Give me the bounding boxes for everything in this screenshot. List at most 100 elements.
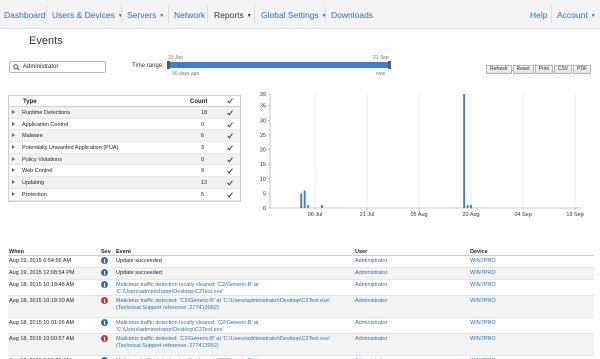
- event-type-name: Runtime Detections: [22, 110, 70, 116]
- event-type-row[interactable]: Updating 13: [9, 177, 240, 189]
- when-column-header: When: [9, 249, 24, 255]
- time-range-slider[interactable]: [167, 61, 391, 69]
- event-when: Aug 18, 2015 10:18:20 AM: [9, 298, 75, 304]
- event-device-link[interactable]: WIN7PRO: [470, 298, 496, 304]
- reset-button[interactable]: Reset: [512, 65, 534, 74]
- expand-arrow-icon[interactable]: [12, 145, 15, 150]
- event-type-name: Updating: [22, 180, 45, 187]
- event-type-name: Potentially Unwanted Application (PUA): [22, 145, 119, 152]
- expand-arrow-icon[interactable]: [12, 121, 15, 126]
- event-user-link[interactable]: Administrator: [355, 320, 387, 326]
- event-type-row[interactable]: Potentially Unwanted Application (PUA) 3: [9, 142, 240, 154]
- event-type-row[interactable]: Protection 5: [9, 189, 240, 201]
- info-severity-icon: [101, 319, 108, 326]
- event-description[interactable]: Malicious traffic detected: 'C2/Generic-…: [116, 298, 356, 311]
- checkmark-icon[interactable]: [227, 110, 233, 116]
- chevron-down-icon: ▼: [590, 13, 596, 19]
- event-when: Aug 19, 2015 12:08:54 PM: [9, 270, 75, 276]
- nav-item-downloads[interactable]: Downloads: [331, 10, 373, 20]
- expand-arrow-icon[interactable]: [12, 168, 15, 173]
- event-user-link[interactable]: Administrator: [355, 258, 387, 264]
- checkmark-icon[interactable]: [227, 145, 233, 151]
- nav-item-global-settings[interactable]: Global Settings▼: [261, 10, 327, 20]
- expand-arrow-icon[interactable]: [12, 191, 15, 196]
- time-range-label: Time range:: [132, 63, 164, 69]
- event-type-name: Web Control: [22, 168, 53, 175]
- event-when: Aug 18, 2015 10:01:26 AM: [9, 320, 75, 326]
- time-range-start-handle[interactable]: [167, 61, 170, 69]
- event-type-row[interactable]: Malware 6: [9, 130, 240, 143]
- event-row[interactable]: Aug 18, 2015 10:01:26 AM Malicious traffi…: [8, 318, 594, 334]
- chart-bar: [303, 190, 306, 208]
- event-type-name: Protection: [22, 191, 47, 198]
- select-all-check-icon[interactable]: [227, 98, 233, 104]
- event-row[interactable]: Aug 19, 2015 12:08:54 PM Update succeeded…: [8, 268, 594, 280]
- nav-item-account[interactable]: Account ▼: [557, 10, 596, 20]
- event-description[interactable]: Malicious traffic detection locally clea…: [116, 282, 356, 295]
- event-type-name: Policy Violations: [22, 156, 62, 163]
- event-description[interactable]: Malicious traffic detected: 'C2/Generic-…: [116, 336, 356, 349]
- event-row[interactable]: Aug 18, 2015 10:18:48 AM Malicious traffi…: [8, 280, 594, 296]
- checkmark-icon[interactable]: [227, 122, 233, 128]
- expand-arrow-icon[interactable]: [12, 110, 15, 114]
- nav-item-reports[interactable]: Reports ▼: [214, 10, 252, 20]
- x-tick-label: 20 Aug: [462, 212, 479, 218]
- info-severity-icon: [101, 281, 108, 288]
- nav-item-label: Global Settings: [261, 10, 319, 20]
- nav-divider: [325, 6, 326, 23]
- event-type-row[interactable]: Web Control 9: [9, 165, 240, 178]
- checkmark-icon[interactable]: [227, 192, 233, 198]
- event-row[interactable]: Aug 19, 2015 6:54:56 AM Update succeeded A…: [8, 256, 594, 268]
- pdf-button[interactable]: PDF: [573, 65, 592, 74]
- refresh-button[interactable]: Refresh: [486, 65, 512, 74]
- checkmark-icon[interactable]: [227, 133, 233, 139]
- event-type-count: 0: [201, 156, 205, 163]
- error-severity-icon: [101, 297, 108, 304]
- y-tick-label: 15: [260, 162, 266, 168]
- x-tick-label: 06 Jul: [308, 212, 323, 218]
- event-row[interactable]: Aug 18, 2015 10:18:20 AM Malicious traffi…: [8, 296, 594, 318]
- nav-item-label: Reports: [214, 10, 244, 20]
- nav-item-help[interactable]: Help: [530, 10, 547, 20]
- event-device-link[interactable]: WIN7PRO: [470, 270, 496, 276]
- search-input[interactable]: Administrator: [9, 61, 106, 73]
- nav-item-dashboard[interactable]: Dashboard: [4, 10, 46, 20]
- event-device-link[interactable]: WIN7PRO: [470, 336, 496, 342]
- event-user-link[interactable]: Administrator: [355, 282, 387, 288]
- expand-arrow-icon[interactable]: [12, 133, 15, 138]
- event-user-link[interactable]: Administrator: [355, 270, 387, 276]
- nav-item-network[interactable]: Network: [174, 10, 205, 20]
- event-device-link[interactable]: WIN7PRO: [470, 320, 496, 326]
- event-device-link[interactable]: WIN7PRO: [470, 282, 496, 288]
- checkmark-icon[interactable]: [227, 180, 233, 186]
- event-type-row[interactable]: Runtime Detections 18: [9, 107, 240, 119]
- event-type-count: 13: [201, 180, 208, 187]
- event-description[interactable]: Malicious traffic detection locally clea…: [116, 320, 356, 333]
- y-tick-label: 30: [260, 118, 266, 124]
- info-severity-icon: [101, 269, 108, 276]
- event-type-row[interactable]: Policy Violations 0: [9, 153, 240, 166]
- expand-arrow-icon[interactable]: [12, 156, 15, 161]
- time-range-end-handle[interactable]: [388, 61, 391, 69]
- chevron-down-icon: ▼: [246, 13, 252, 19]
- chart-bar: [321, 205, 323, 208]
- print-button[interactable]: Print: [534, 65, 553, 74]
- checkmark-icon[interactable]: [227, 157, 233, 163]
- csv-button[interactable]: CSV: [553, 65, 573, 74]
- event-user-link[interactable]: Administrator: [355, 298, 387, 304]
- event-type-row[interactable]: Application Control 0: [9, 119, 240, 131]
- nav-item-label: Servers: [127, 10, 157, 20]
- user-column-header: User: [355, 249, 368, 255]
- event-row[interactable]: Aug 18, 2015 10:00:57 AM Malicious traffi…: [8, 334, 594, 356]
- event-user-link[interactable]: Administrator: [355, 336, 387, 342]
- expand-arrow-icon[interactable]: [12, 180, 15, 185]
- event-type-count: 5: [201, 191, 205, 198]
- nav-divider: [46, 6, 47, 23]
- event-device-link[interactable]: WIN7PRO: [470, 258, 496, 264]
- nav-item-users-devices[interactable]: Users & Devices▼: [52, 10, 123, 20]
- y-tick-label: 39: [260, 92, 266, 98]
- nav-item-servers[interactable]: Servers ▼: [127, 10, 164, 20]
- checkmark-icon[interactable]: [227, 168, 233, 174]
- chart-bar: [300, 193, 303, 208]
- y-tick-label: 25: [260, 133, 266, 139]
